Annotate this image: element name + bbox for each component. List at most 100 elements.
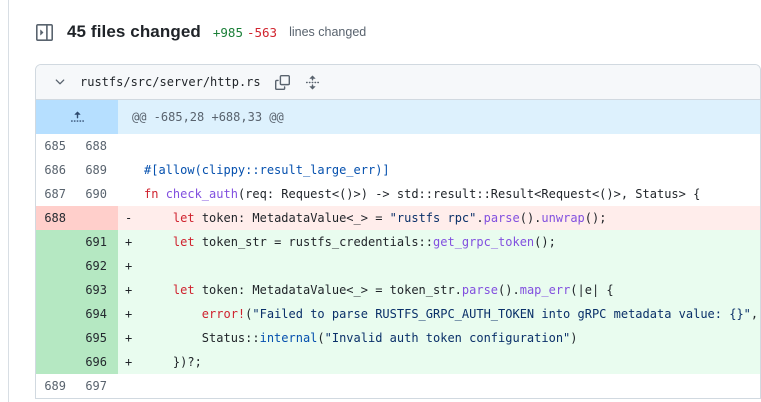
code-token: (); (534, 235, 556, 249)
diff-row: 693 + let token: MetadataValue<_> = token… (36, 278, 760, 302)
expand-up-icon (70, 110, 85, 125)
diff-marker: + (125, 307, 133, 321)
code-line (118, 374, 760, 398)
collapse-file-button[interactable] (50, 72, 70, 92)
new-line-number[interactable]: 694 (77, 302, 118, 326)
diff-marker: + (125, 235, 133, 249)
old-line-number[interactable] (36, 302, 77, 326)
expand-all-hunks-button[interactable] (303, 72, 323, 92)
old-line-number[interactable]: 687 (36, 182, 77, 206)
code-line: + })?; (118, 350, 760, 374)
code-token: Status:: (144, 331, 260, 345)
copy-icon (275, 74, 291, 90)
old-line-number[interactable] (36, 350, 77, 374)
file-diff-container: rustfs/src/server/http.rs @@ -685,28 +68… (35, 64, 761, 399)
diff-row: 694 + error!("Failed to parse RUSTFS_GRPC… (36, 302, 760, 326)
old-line-number[interactable]: 686 (36, 158, 77, 182)
old-line-number[interactable] (36, 230, 77, 254)
code-token: token_str = rustfs_credentials:: (194, 235, 434, 249)
new-line-number[interactable]: 690 (77, 182, 118, 206)
code-token: (). (519, 211, 542, 225)
code-token: . (476, 211, 484, 225)
new-line-number[interactable]: 695 (77, 326, 118, 350)
code-token: map_err (519, 283, 571, 297)
old-line-number[interactable] (36, 278, 77, 302)
code-token: error! (201, 307, 246, 321)
diff-row: 688 - let token: MetadataValue<_> = "rust… (36, 206, 760, 230)
diff-row: 689 697 (36, 374, 760, 398)
code-token: token: MetadataValue<_> = (194, 211, 390, 225)
old-line-number[interactable]: 689 (36, 374, 77, 398)
diff-marker: + (125, 355, 133, 369)
code-token: token: MetadataValue<_> = token_str. (194, 283, 462, 297)
new-line-number[interactable] (77, 206, 118, 230)
new-line-number[interactable]: 691 (77, 230, 118, 254)
lines-changed-label: lines changed (289, 25, 367, 39)
code-line: + let token: MetadataValue<_> = token_st… (118, 278, 760, 302)
code-line: + let token_str = rustfs_credentials::ge… (118, 230, 760, 254)
diff-row: 691 + let token_str = rustfs_credentials:… (36, 230, 760, 254)
file-tree-toggle-button[interactable] (33, 21, 55, 43)
code-token: (req: Request<()>) -> std::result::Resul… (237, 187, 701, 201)
new-line-number[interactable]: 688 (77, 134, 118, 158)
hunk-header-row: @@ -685,28 +688,33 @@ (36, 100, 760, 134)
expand-hunk-button[interactable] (36, 100, 118, 134)
code-line: #[allow(clippy::result_large_err)] (118, 158, 760, 182)
diff-marker: + (125, 283, 133, 297)
code-token: ) (570, 331, 578, 345)
old-line-number[interactable] (36, 326, 77, 350)
code-line: + Status::internal("Invalid auth token c… (118, 326, 760, 350)
new-line-number[interactable]: 692 (77, 254, 118, 278)
additions-count: +985 (212, 24, 243, 40)
new-line-number[interactable]: 696 (77, 350, 118, 374)
code-token: let (172, 211, 195, 225)
diff-marker: + (125, 331, 133, 345)
code-token: (|e| { (570, 283, 614, 297)
code-line: + error!("Failed to parse RUSTFS_GRPC_AU… (118, 302, 760, 326)
copy-path-button[interactable] (273, 72, 293, 92)
unfold-vertical-icon (305, 75, 320, 90)
code-token: "Failed to parse RUSTFS_GRPC_AUTH_TOKEN … (252, 307, 751, 321)
old-line-number[interactable]: 685 (36, 134, 77, 158)
diff-marker: - (125, 211, 133, 225)
code-token: #[allow(clippy::result_large_err)] (144, 163, 390, 177)
files-changed-header: 45 files changed +985 -563 lines changed (33, 21, 366, 43)
diff-row: 695 + Status::internal("Invalid auth toke… (36, 326, 760, 350)
diff-marker (118, 134, 144, 158)
code-token: (); (584, 211, 607, 225)
code-line: - let token: MetadataValue<_> = "rustfs … (118, 206, 760, 230)
code-token: check_auth (165, 187, 238, 201)
code-token: ( (317, 331, 325, 345)
new-line-number[interactable]: 697 (77, 374, 118, 398)
diff-row: 687 690 fn check_auth(req: Request<()>) -… (36, 182, 760, 206)
code-token: (). (498, 283, 520, 297)
new-line-number[interactable]: 689 (77, 158, 118, 182)
diff-row: 685 688 (36, 134, 760, 158)
files-changed-title: 45 files changed (67, 22, 201, 41)
code-line (118, 134, 760, 158)
code-token: parse (461, 283, 499, 297)
diff-row: 696 + })?; (36, 350, 760, 374)
new-line-number[interactable]: 693 (77, 278, 118, 302)
diff-marker (118, 158, 144, 182)
sidebar-expand-icon (35, 23, 53, 41)
code-token: unwrap (541, 211, 585, 225)
file-header: rustfs/src/server/http.rs (36, 65, 760, 100)
code-token: get_grpc_token (433, 235, 535, 249)
code-token: "rustfs rpc" (389, 211, 477, 225)
old-line-number[interactable]: 688 (36, 206, 77, 230)
code-token: , e); (750, 307, 759, 321)
diff-marker (118, 374, 144, 398)
diff-body: 685 688 686 689 #[allow(clippy::result_lar… (36, 134, 760, 398)
code-token: fn (144, 187, 159, 201)
hunk-header-text: @@ -685,28 +688,33 @@ (118, 100, 760, 134)
diff-marker: + (125, 259, 133, 273)
old-line-number[interactable] (36, 254, 77, 278)
code-token: internal (259, 331, 318, 345)
code-token: let (172, 235, 195, 249)
